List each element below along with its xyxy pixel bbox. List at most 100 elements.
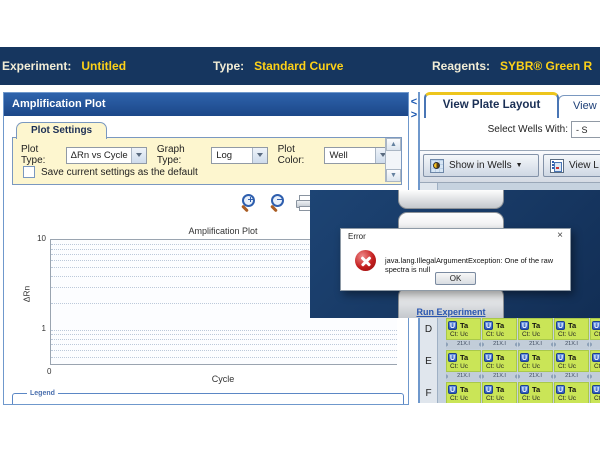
- view-legend-button[interactable]: View L: [543, 154, 600, 177]
- plot-type-label: Plot Type:: [21, 144, 62, 166]
- plate-well[interactable]: UTa Ct: Uc 21X.I: [482, 382, 517, 403]
- task-unknown-icon: U: [592, 385, 600, 394]
- tab-view-well-table[interactable]: View: [558, 95, 600, 116]
- well-detail: Ct: Uc: [592, 363, 600, 370]
- dropdown-arrow-icon: ▼: [516, 162, 523, 169]
- x-axis-label: Cycle: [50, 374, 396, 384]
- run-screen-button-top[interactable]: [398, 190, 504, 209]
- plate-well[interactable]: UTa Ct: Uc 21X.I: [590, 318, 600, 349]
- type-value: Standard Curve: [254, 59, 343, 73]
- plate-well[interactable]: UTa Ct: Uc 21X.I: [446, 382, 481, 403]
- well-target: Ta: [568, 353, 576, 362]
- chevron-down-icon[interactable]: [252, 148, 267, 163]
- well-detail: Ct: Uc: [448, 331, 479, 338]
- plate-well[interactable]: UTa Ct: Uc 21X.I: [554, 382, 589, 403]
- plate-well[interactable]: UTa Ct: Uc 21X.I: [590, 350, 600, 381]
- zoom-in-button[interactable]: [239, 194, 257, 212]
- plate-well[interactable]: UTa Ct: Uc 21X.I: [518, 350, 553, 381]
- application-window: Experiment: Untitled Type: Standard Curv…: [0, 0, 600, 450]
- reagents-field: Reagents: SYBR® Green R: [432, 47, 592, 85]
- graph-type-select[interactable]: Log: [211, 147, 267, 164]
- well-target: Ta: [496, 385, 504, 394]
- experiment-info-bar: Experiment: Untitled Type: Standard Curv…: [0, 47, 600, 85]
- well-detail: Ct: Uc: [556, 395, 587, 402]
- ok-button[interactable]: OK: [435, 272, 476, 285]
- well-detail: Ct: Uc: [556, 363, 587, 370]
- well-sample: 21X.I: [554, 340, 589, 349]
- well-sample: 21X.I: [446, 340, 481, 349]
- tab-plot-settings[interactable]: Plot Settings: [16, 122, 107, 139]
- well-target: Ta: [532, 385, 540, 394]
- well-detail: Ct: Uc: [520, 331, 551, 338]
- dialog-title: Error: [348, 232, 366, 241]
- select-wells-label: Select Wells With:: [430, 124, 568, 135]
- experiment-field: Experiment: Untitled: [2, 47, 126, 85]
- view-legend-icon: [550, 159, 564, 173]
- plate-well[interactable]: UTa Ct: Uc 21X.I: [518, 318, 553, 349]
- legend-box: Legend: [12, 393, 404, 405]
- row-label-d: D: [420, 324, 437, 335]
- type-field: Type: Standard Curve: [213, 47, 343, 85]
- view-legend-label: View L: [569, 160, 599, 171]
- y-axis-label: ΔRn: [21, 286, 31, 303]
- run-experiment-button[interactable]: Run Experiment: [398, 287, 504, 318]
- save-default-checkbox[interactable]: [23, 166, 35, 178]
- well-detail: Ct: Uc: [592, 331, 600, 338]
- task-unknown-icon: U: [556, 353, 565, 362]
- task-unknown-icon: U: [484, 321, 493, 330]
- row-label-e: E: [420, 356, 437, 367]
- error-dialog: Error × java.lang.IllegalArgumentExcepti…: [340, 228, 571, 291]
- plate-well[interactable]: UTa Ct: Uc 21X.I: [482, 318, 517, 349]
- plate-well[interactable]: UTa Ct: Uc 21X.I: [446, 350, 481, 381]
- well-detail: Ct: Uc: [520, 363, 551, 370]
- well-sample: 21X.I: [590, 340, 600, 349]
- well-target: Ta: [496, 353, 504, 362]
- plot-color-select[interactable]: Well: [324, 147, 391, 164]
- show-in-wells-button[interactable]: Show in Wells ▼: [423, 154, 539, 177]
- plot-type-select[interactable]: ΔRn vs Cycle: [66, 147, 147, 164]
- plate-well[interactable]: UTa Ct: Uc 21X.I: [590, 382, 600, 403]
- well-target: Ta: [568, 385, 576, 394]
- well-target: Ta: [532, 321, 540, 330]
- well-target: Ta: [460, 321, 468, 330]
- well-detail: Ct: Uc: [556, 331, 587, 338]
- zoom-out-button[interactable]: [268, 194, 286, 212]
- task-unknown-icon: U: [592, 353, 600, 362]
- chevron-down-icon[interactable]: [131, 148, 146, 163]
- type-label: Type:: [213, 59, 244, 73]
- well-detail: Ct: Uc: [520, 395, 551, 402]
- scroll-down-icon[interactable]: ▼: [386, 169, 401, 182]
- well-sample: 21X.I: [446, 372, 481, 381]
- plate-well[interactable]: UTa Ct: Uc 21X.I: [482, 350, 517, 381]
- plate-row-f: UTa Ct: Uc 21X.I UTa Ct: Uc 21X.I UTa Ct…: [446, 382, 600, 403]
- close-icon[interactable]: ×: [557, 230, 563, 241]
- task-unknown-icon: U: [484, 385, 493, 394]
- well-detail: Ct: Uc: [484, 363, 515, 370]
- plate-well[interactable]: UTa Ct: Uc 21X.I: [554, 350, 589, 381]
- legend-label: Legend: [27, 390, 58, 397]
- well-target: Ta: [460, 385, 468, 394]
- y-axis-tick-10: 10: [32, 234, 46, 243]
- scroll-up-icon[interactable]: ▲: [386, 138, 401, 151]
- task-unknown-icon: U: [448, 385, 457, 394]
- well-target: Ta: [496, 321, 504, 330]
- show-in-wells-label: Show in Wells: [449, 160, 512, 171]
- well-detail: Ct: Uc: [592, 395, 600, 402]
- reagents-value: SYBR® Green R: [500, 59, 592, 73]
- select-wells-dropdown[interactable]: - S: [571, 121, 600, 138]
- plate-row-d: UTa Ct: Uc 21X.I UTa Ct: Uc 21X.I UTa Ct…: [446, 318, 600, 349]
- plate-well[interactable]: UTa Ct: Uc 21X.I: [446, 318, 481, 349]
- task-unknown-icon: U: [448, 321, 457, 330]
- well-color-icon: [430, 159, 444, 173]
- well-detail: Ct: Uc: [448, 395, 479, 402]
- plot-color-value: Well: [329, 150, 347, 161]
- run-experiment-label[interactable]: Run Experiment: [399, 307, 503, 317]
- panel-title: Amplification Plot: [4, 93, 408, 116]
- plate-well[interactable]: UTa Ct: Uc 21X.I: [554, 318, 589, 349]
- tab-view-plate-layout[interactable]: View Plate Layout: [424, 92, 559, 118]
- plate-well[interactable]: UTa Ct: Uc 21X.I: [518, 382, 553, 403]
- well-target: Ta: [568, 321, 576, 330]
- plate-row-e: UTa Ct: Uc 21X.I UTa Ct: Uc 21X.I UTa Ct…: [446, 350, 600, 381]
- experiment-value: Untitled: [81, 59, 126, 73]
- settings-scrollbar[interactable]: ▲ ▼: [385, 138, 401, 182]
